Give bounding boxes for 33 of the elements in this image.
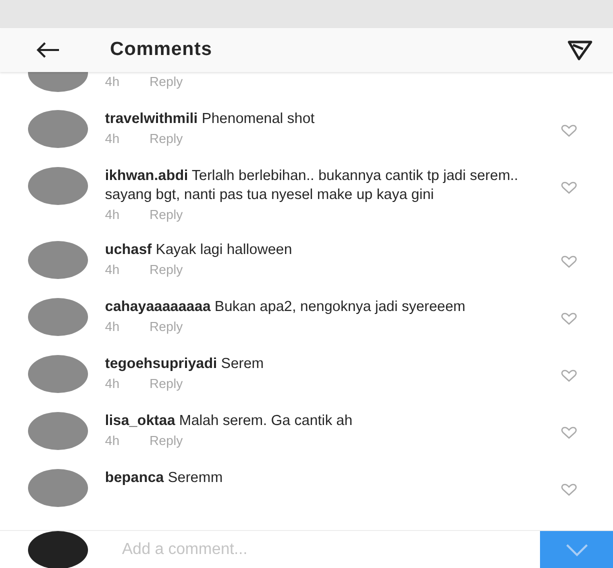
comment-time: 4h <box>105 376 120 391</box>
comment-text: lisa_oktaa Malah serem. Ga cantik ah <box>105 412 354 431</box>
comment-input[interactable]: Add a comment... <box>120 540 540 560</box>
reply-link[interactable]: Reply <box>149 74 183 89</box>
comment-time: 4h <box>105 74 120 89</box>
comment-text: tegoehsupriyadi Serem <box>105 355 265 374</box>
reply-link[interactable]: Reply <box>149 433 183 448</box>
comment-text: bepanca Seremm <box>105 469 224 488</box>
comment-time: 4h <box>105 207 120 222</box>
comment-time: 4h <box>105 262 120 277</box>
reply-link[interactable]: Reply <box>149 131 183 146</box>
heart-icon[interactable] <box>561 124 577 137</box>
heart-icon[interactable] <box>561 255 577 268</box>
heart-icon[interactable] <box>561 312 577 325</box>
heart-icon[interactable] <box>561 181 577 194</box>
heart-icon[interactable] <box>561 426 577 439</box>
comment-text: uchasf Kayak lagi halloween <box>105 241 294 260</box>
back-arrow-icon[interactable] <box>36 41 60 59</box>
comment-time: 4h <box>105 131 120 146</box>
reply-link[interactable]: Reply <box>149 319 183 334</box>
comment-text: ikhwan.abdi Terlalh berlebihan.. bukannya cantik tp jadi serem.. sayang bgt, nanti pas tua nyesel make up kaya gini <box>105 167 520 205</box>
heart-icon[interactable] <box>561 483 577 496</box>
reply-link[interactable]: Reply <box>149 376 183 391</box>
checkmark-icon <box>564 543 588 557</box>
send-icon[interactable] <box>567 39 593 61</box>
comment-text: travelwithmili Phenomenal shot <box>105 110 316 129</box>
reply-link[interactable]: Reply <box>149 262 183 277</box>
reply-link[interactable]: Reply <box>149 207 183 222</box>
heart-icon[interactable] <box>561 369 577 382</box>
comment-time: 4h <box>105 433 120 448</box>
comment-text: cahayaaaaaaaa Bukan apa2, nengoknya jadi syereeem <box>105 298 466 317</box>
page-title: Comments <box>110 39 214 61</box>
comment-time: 4h <box>105 319 120 334</box>
